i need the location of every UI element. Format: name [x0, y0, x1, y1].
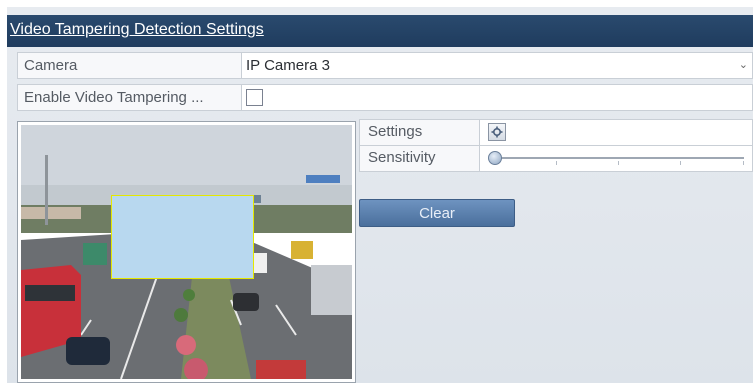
page-title: Video Tampering Detection Settings: [10, 21, 264, 38]
enable-tampering-checkbox[interactable]: [246, 89, 263, 106]
enable-tampering-label: Enable Video Tampering ...: [18, 85, 242, 110]
sensitivity-slider-thumb[interactable]: [488, 151, 502, 165]
camera-scene: [21, 125, 352, 379]
tamper-mask-area[interactable]: [111, 195, 254, 279]
sensitivity-slider-track[interactable]: [494, 157, 744, 159]
sensitivity-label: Sensitivity: [360, 146, 480, 171]
video-preview[interactable]: [17, 121, 356, 383]
settings-row: Settings: [359, 119, 753, 146]
chevron-down-icon[interactable]: ⌄: [739, 58, 748, 71]
sensitivity-row: Sensitivity: [359, 145, 753, 172]
slider-tick: [556, 161, 557, 165]
camera-select[interactable]: Camera IP Camera 3 ⌄: [17, 52, 753, 79]
gear-icon[interactable]: [488, 123, 506, 141]
slider-tick: [680, 161, 681, 165]
settings-panel: Video Tampering Detection Settings Camer…: [7, 7, 753, 383]
clear-button[interactable]: Clear: [359, 199, 515, 227]
slider-tick: [743, 161, 744, 165]
settings-label: Settings: [360, 120, 480, 145]
camera-label: Camera: [18, 53, 242, 78]
enable-tampering-row: Enable Video Tampering ...: [17, 84, 753, 111]
slider-tick: [618, 161, 619, 165]
camera-value: IP Camera 3: [246, 57, 330, 74]
title-bar: Video Tampering Detection Settings: [7, 15, 753, 47]
